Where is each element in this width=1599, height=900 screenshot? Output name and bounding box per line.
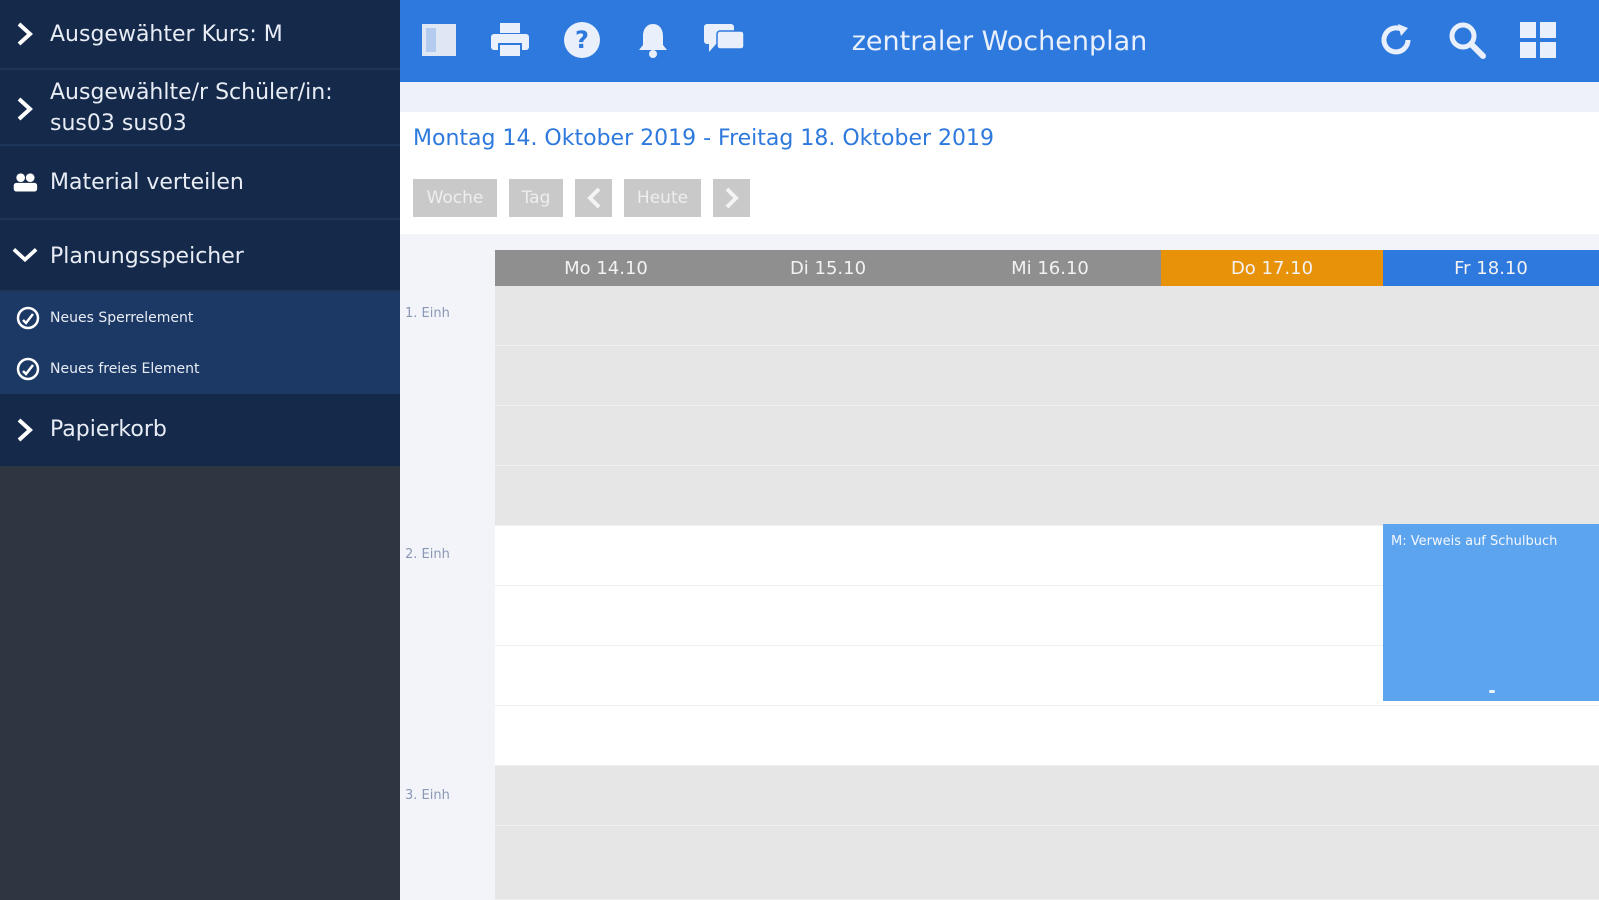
- main-content: Montag 14. Oktober 2019 - Freitag 18. Ok…: [400, 82, 1599, 900]
- period-label: 3. Einh: [405, 788, 450, 803]
- sidebar-item-label: Planungsspeicher: [50, 244, 244, 269]
- day-header-di[interactable]: Di 15.10: [717, 250, 939, 286]
- sidebar-item-label: Ausgewähter Kurs: M: [50, 22, 283, 47]
- topbar: ? zentraler Wochenplan: [400, 0, 1599, 82]
- sidebar-item-label: Material verteilen: [50, 170, 244, 195]
- toolbar-strip: [400, 82, 1599, 112]
- period-label: 2. Einh: [405, 547, 450, 562]
- block-icon: [16, 357, 40, 381]
- resize-handle[interactable]: [1489, 690, 1495, 693]
- apps-button[interactable]: [1516, 18, 1560, 62]
- refresh-button[interactable]: [1374, 18, 1418, 62]
- previous-button[interactable]: [575, 179, 612, 217]
- sidebar-item-distribute-material[interactable]: Material verteilen: [0, 146, 400, 220]
- today-button[interactable]: Heute: [624, 179, 701, 217]
- sidebar-item-trash[interactable]: Papierkorb: [0, 394, 400, 466]
- time-slot[interactable]: [495, 826, 1599, 900]
- day-header-mo[interactable]: Mo 14.10: [495, 250, 717, 286]
- week-view-button[interactable]: Woche: [413, 179, 497, 217]
- sidebar-item-label: Ausgewählte/r Schüler/in:: [50, 80, 333, 105]
- day-header-do-today[interactable]: Do 17.10: [1161, 250, 1383, 286]
- search-icon: [1449, 22, 1486, 59]
- sidebar-subitem-label: Neues freies Element: [50, 361, 200, 377]
- sidebar-item-planning-storage[interactable]: Planungsspeicher: [0, 220, 400, 292]
- search-button[interactable]: [1445, 18, 1489, 62]
- sidebar-item-sublabel: sus03 sus03: [50, 111, 187, 136]
- period-label: 1. Einh: [405, 306, 450, 321]
- time-slot[interactable]: [495, 466, 1599, 526]
- day-view-button[interactable]: Tag: [509, 179, 563, 217]
- sidebar: Ausgewähter Kurs: M Ausgewählte/r Schüle…: [0, 0, 400, 900]
- app-title: zentraler Wochenplan: [851, 26, 1148, 57]
- sidebar-subitem-label: Neues Sperrelement: [50, 310, 194, 326]
- block-icon: [16, 306, 40, 330]
- chevron-down-icon: [12, 242, 38, 268]
- refresh-icon: [1381, 24, 1411, 55]
- day-header-fr-selected[interactable]: Fr 18.10: [1383, 250, 1599, 286]
- calendar-grid[interactable]: M: Verweis auf Schulbuch: [495, 286, 1599, 900]
- sidebar-item-label: Papierkorb: [50, 417, 167, 442]
- chevron-left-icon: [586, 187, 600, 209]
- time-slot[interactable]: [495, 706, 1599, 766]
- chevron-right-icon: [725, 187, 739, 209]
- sidebar-item-selected-course[interactable]: Ausgewähter Kurs: M: [0, 0, 400, 70]
- next-button[interactable]: [713, 179, 750, 217]
- calendar-event[interactable]: M: Verweis auf Schulbuch: [1383, 524, 1599, 701]
- time-slot[interactable]: [495, 346, 1599, 406]
- period-column: 1. Einh 2. Einh 3. Einh: [400, 234, 495, 900]
- time-slot[interactable]: [495, 766, 1599, 826]
- time-slot[interactable]: [495, 406, 1599, 466]
- sidebar-item-selected-student[interactable]: Ausgewählte/r Schüler/in: sus03 sus03: [0, 70, 400, 146]
- event-title: M: Verweis auf Schulbuch: [1391, 534, 1558, 549]
- users-icon: [12, 169, 38, 195]
- date-range-title: Montag 14. Oktober 2019 - Freitag 18. Ok…: [413, 126, 995, 151]
- day-header: Mo 14.10 Di 15.10 Mi 16.10 Do 17.10 Fr 1…: [495, 250, 1599, 286]
- grid-icon: [1520, 22, 1556, 58]
- sidebar-subitem-new-free[interactable]: Neues freies Element: [0, 344, 400, 394]
- chevron-right-icon: [12, 21, 38, 47]
- chevron-right-icon: [12, 417, 38, 443]
- sidebar-subitem-new-block[interactable]: Neues Sperrelement: [0, 292, 400, 344]
- week-calendar: 1. Einh 2. Einh 3. Einh Mo 14.10 Di 15.1…: [400, 234, 1599, 900]
- day-header-mi[interactable]: Mi 16.10: [939, 250, 1161, 286]
- time-slot[interactable]: [495, 286, 1599, 346]
- chevron-right-icon: [12, 96, 38, 122]
